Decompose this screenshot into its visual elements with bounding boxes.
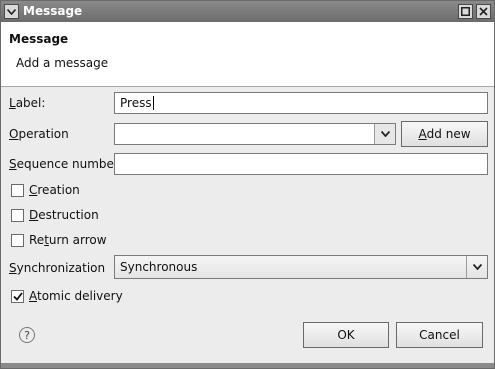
destruction-checkbox[interactable] [11, 208, 24, 222]
operation-caption: Operation [9, 127, 69, 141]
checkmark-icon [12, 291, 23, 301]
label-caption: Label: [9, 96, 46, 110]
destruction-label: Destruction [29, 208, 99, 222]
return-arrow-checkbox-row[interactable]: Return arrow [11, 233, 107, 247]
window-title: Message [23, 4, 83, 18]
operation-dropdown-button[interactable] [374, 124, 395, 144]
synchronization-caption: Synchronization [9, 261, 106, 275]
creation-checkbox[interactable] [11, 183, 24, 197]
banner-subtitle: Add a message [16, 56, 109, 70]
message-dialog: Message Message Add a message Label: Pre… [0, 0, 495, 369]
dialog-banner: Message Add a message [1, 22, 494, 87]
maximize-icon[interactable] [458, 4, 473, 19]
cancel-button[interactable]: Cancel [396, 322, 483, 348]
banner-title: Message [9, 32, 69, 46]
synchronization-dropdown-button[interactable] [466, 256, 487, 278]
return-arrow-label: Return arrow [29, 233, 107, 247]
sequence-number-caption: Sequence number [9, 157, 119, 171]
synchronization-select[interactable]: Synchronous [114, 255, 488, 279]
return-arrow-checkbox[interactable] [11, 233, 24, 247]
add-new-button[interactable]: Add new [401, 121, 488, 147]
window-bottom-border [1, 363, 494, 368]
label-input[interactable]: Press [114, 92, 488, 114]
atomic-delivery-label: Atomic delivery [29, 289, 123, 303]
title-bar: Message [1, 1, 494, 22]
chevron-down-icon [380, 131, 390, 137]
ok-button[interactable]: OK [303, 322, 389, 348]
help-icon[interactable]: ? [19, 327, 35, 343]
creation-checkbox-row[interactable]: Creation [11, 183, 80, 197]
atomic-delivery-checkbox-row[interactable]: Atomic delivery [11, 289, 123, 303]
sequence-number-input[interactable] [114, 153, 488, 175]
operation-combo[interactable] [114, 123, 396, 145]
close-icon[interactable] [476, 4, 491, 19]
window-menu-icon[interactable] [4, 4, 19, 19]
atomic-delivery-checkbox[interactable] [11, 289, 24, 303]
chevron-down-icon [472, 264, 482, 270]
destruction-checkbox-row[interactable]: Destruction [11, 208, 99, 222]
creation-label: Creation [29, 183, 80, 197]
